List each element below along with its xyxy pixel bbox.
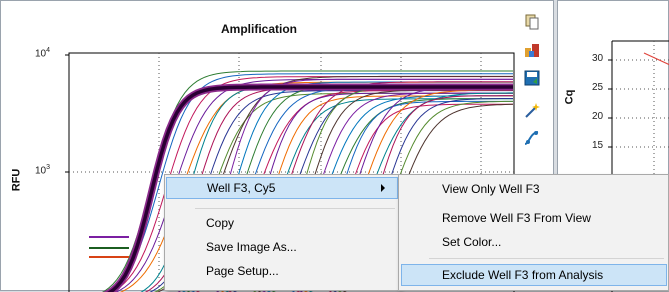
menu-separator xyxy=(195,208,395,209)
menu-item-label: Exclude Well F3 from Analysis xyxy=(442,268,603,282)
menu-item-copy[interactable]: Copy xyxy=(166,212,398,234)
menu-item-save-image-as[interactable]: Save Image As... xyxy=(166,236,398,258)
menu-item-label: View Only Well F3 xyxy=(442,182,540,196)
export-icon[interactable] xyxy=(523,41,541,59)
menu-separator xyxy=(429,258,664,259)
menu-item-label: Page Setup... xyxy=(206,264,279,278)
curve-fit-icon-graphic xyxy=(524,130,540,146)
save-icon-graphic xyxy=(524,70,540,86)
menu-item-label: Remove Well F3 From View xyxy=(442,211,591,225)
cq-standard-curve-line xyxy=(644,53,669,65)
submenu-arrow-icon xyxy=(381,184,385,192)
menu-item-view-only-well-f3[interactable]: View Only Well F3 xyxy=(400,178,667,200)
menu-item-label: Well F3, Cy5 xyxy=(207,181,275,195)
well-f3-submenu: View Only Well F3 Remove Well F3 From Vi… xyxy=(398,174,669,291)
menu-item-page-setup[interactable]: Page Setup... xyxy=(166,260,398,282)
menu-item-well-f3-cy5[interactable]: Well F3, Cy5 xyxy=(166,177,398,199)
curve-fit-icon[interactable] xyxy=(523,129,541,147)
menu-item-set-color[interactable]: Set Color... xyxy=(400,231,667,253)
wand-icon-graphic xyxy=(524,102,540,118)
settings-wand-icon[interactable] xyxy=(523,101,541,119)
copy-icon[interactable] xyxy=(523,13,541,31)
menu-item-label: Copy xyxy=(206,216,234,230)
menu-item-label: Set Color... xyxy=(442,235,501,249)
context-menu: Well F3, Cy5 Copy Save Image As... Page … xyxy=(164,174,400,291)
menu-item-remove-well-f3[interactable]: Remove Well F3 From View xyxy=(400,207,667,229)
export-icon-graphic xyxy=(524,42,540,58)
menu-item-exclude-well-f3[interactable]: Exclude Well F3 from Analysis xyxy=(401,264,667,286)
menu-item-label: Save Image As... xyxy=(206,240,297,254)
copy-icon-graphic xyxy=(524,14,540,30)
cq-tick-marks xyxy=(608,60,612,147)
save-icon[interactable] xyxy=(523,69,541,87)
